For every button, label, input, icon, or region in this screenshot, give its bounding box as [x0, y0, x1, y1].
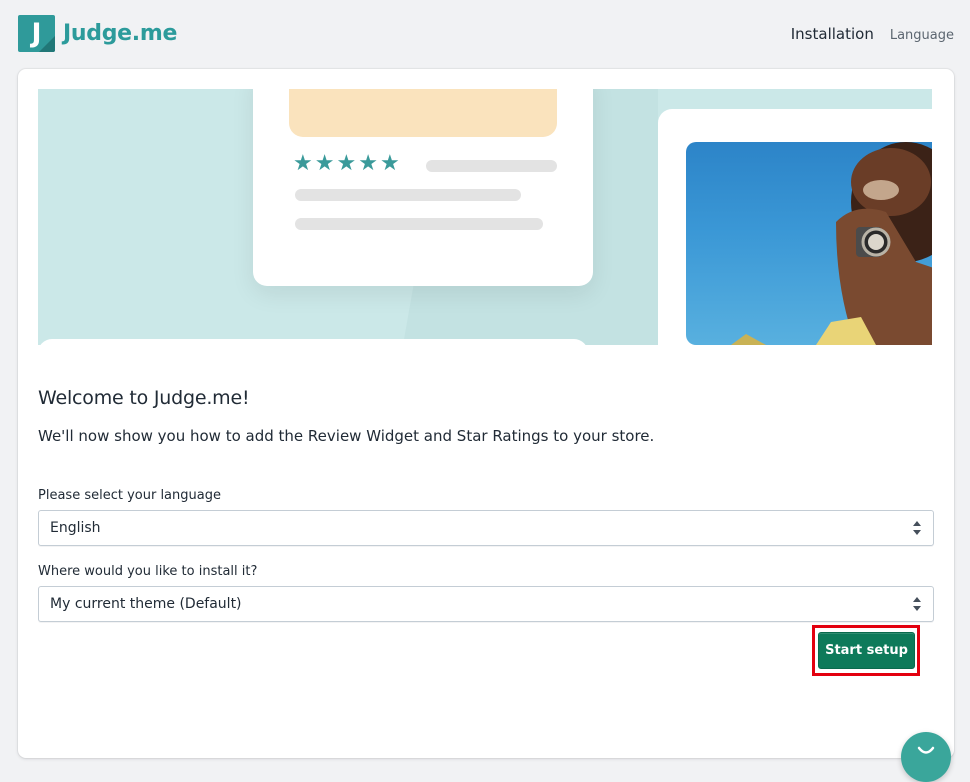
logo-mark-icon: J	[18, 15, 55, 52]
top-bar: J Judge.me Installation Language	[0, 0, 970, 68]
install-location-select[interactable]: My current theme (Default)	[38, 586, 934, 622]
nav-installation[interactable]: Installation	[791, 25, 874, 43]
star-icon: ★	[358, 151, 378, 176]
star-icon: ★	[293, 151, 313, 176]
peach-bar	[289, 89, 557, 137]
language-select[interactable]: English	[38, 510, 934, 546]
star-icon: ★	[336, 151, 357, 176]
bottom-card-illustration	[38, 339, 588, 345]
select-arrows-icon	[913, 597, 921, 611]
install-location-label: Where would you like to install it?	[38, 564, 258, 579]
language-select-value: English	[50, 520, 101, 536]
chat-launcher[interactable]	[901, 732, 951, 782]
placeholder-line	[426, 160, 557, 172]
model-with-watch-image	[731, 142, 932, 345]
install-location-value: My current theme (Default)	[50, 596, 242, 612]
language-label: Please select your language	[38, 488, 221, 503]
select-arrows-icon	[913, 521, 921, 535]
nav-language[interactable]: Language	[890, 28, 954, 43]
page-title: Welcome to Judge.me!	[38, 387, 250, 409]
product-photo	[686, 142, 932, 345]
logo-text: Judge.me	[63, 21, 178, 46]
star-icon: ★	[379, 151, 400, 176]
top-nav: Installation Language	[791, 25, 954, 43]
star-icon: ★	[314, 151, 335, 176]
start-setup-button[interactable]: Start setup	[818, 632, 915, 669]
placeholder-line	[295, 218, 543, 230]
hero-illustration: ★ ★ ★ ★ ★	[38, 89, 932, 345]
placeholder-line	[295, 189, 521, 201]
page-subtitle: We'll now show you how to add the Review…	[38, 427, 655, 445]
chat-icon	[917, 746, 935, 754]
review-card-illustration: ★ ★ ★ ★ ★	[253, 89, 593, 286]
rating-stars: ★ ★ ★ ★ ★	[293, 153, 400, 175]
judgeme-logo[interactable]: J Judge.me	[18, 15, 177, 52]
